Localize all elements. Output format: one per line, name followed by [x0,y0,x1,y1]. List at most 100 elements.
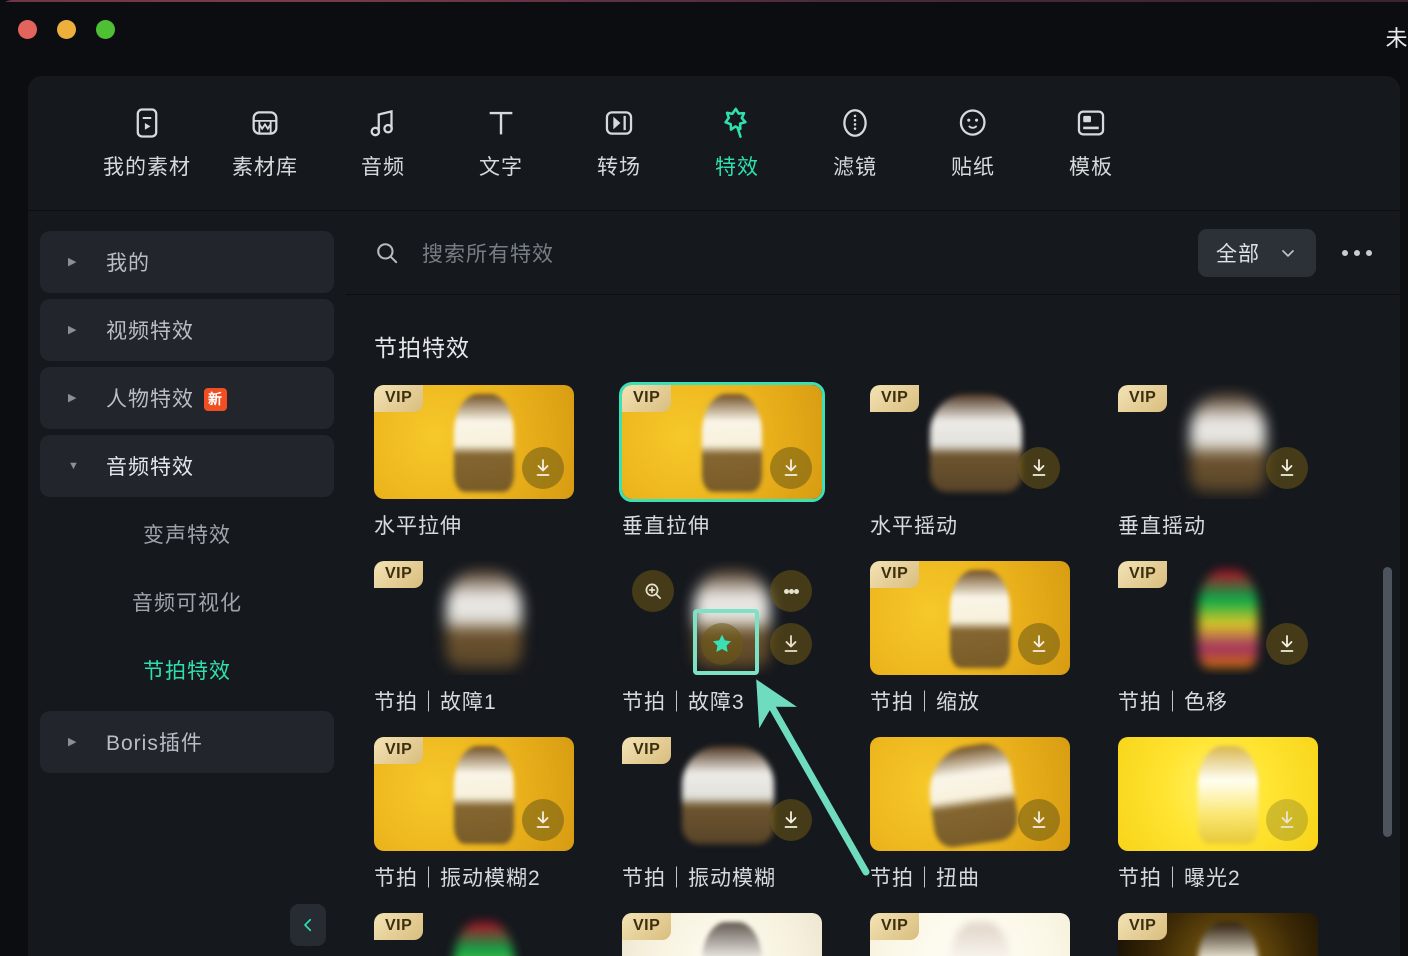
effect-title: 节拍｜色移 [1118,691,1228,714]
download-icon[interactable] [522,447,564,489]
vip-badge: VIP [374,737,424,764]
dot [1342,249,1348,256]
effect-thumbnail[interactable]: VIP [374,913,574,956]
effect-title: 垂直摇动 [1118,515,1206,538]
effect-thumbnail[interactable]: VIP [1118,561,1318,675]
tab-template[interactable]: 模板 [1032,105,1150,181]
effect-card-hovered[interactable]: 节拍｜故障3 [622,561,822,716]
collapse-sidebar-button[interactable] [290,904,326,946]
download-icon[interactable] [770,447,812,489]
vip-badge: VIP [1118,385,1168,412]
effect-thumbnail[interactable]: VIP [1118,385,1318,499]
filter-dropdown[interactable]: 全部 [1198,228,1316,277]
effect-thumbnail[interactable]: VIP [870,913,1070,956]
sidebar-item-video-effects[interactable]: ▶ 视频特效 [40,299,334,361]
tab-label: 模板 [1069,156,1113,179]
vip-badge: VIP [374,385,424,412]
effect-thumbnail[interactable]: VIP [1118,913,1318,956]
template-icon [1074,105,1108,141]
effect-thumbnail[interactable]: VIP [374,561,574,675]
effect-card[interactable]: VIP 节拍｜振动模糊2 [374,737,574,892]
resource-panel: 我的素材 素材库 音频 文字 转场 特效 滤镜 贴纸 模板 ▶ 我的 ▶ 视频特… [28,76,1400,956]
card-more-icon[interactable] [770,570,812,612]
download-icon[interactable] [1266,447,1308,489]
sidebar-item-boris-plugin[interactable]: ▶ Boris插件 [40,711,334,773]
preview-zoom-icon[interactable] [632,570,674,612]
tab-label: 素材库 [232,156,298,179]
sidebar-item-label: 音频特效 [106,456,194,479]
download-icon[interactable] [1266,623,1308,665]
new-badge: 新 [204,388,227,411]
tab-text[interactable]: 文字 [442,105,560,181]
sidebar-item-audio-effects[interactable]: ▼ 音频特效 [40,435,334,497]
effect-card[interactable]: VIP [870,913,1070,956]
tab-media-library[interactable]: 素材库 [206,105,324,181]
download-icon[interactable] [1018,623,1060,665]
search-input[interactable]: 搜索所有特效 [374,238,1198,268]
effect-title: 节拍｜曝光2 [1118,867,1241,890]
minimize-window-button[interactable] [57,20,76,39]
effect-card[interactable]: VIP [622,913,822,956]
scrollbar-track[interactable] [1383,395,1392,956]
sidebar-subitem-voice-changer[interactable]: 变声特效 [40,503,334,565]
tab-audio[interactable]: 音频 [324,105,442,181]
effect-card[interactable]: VIP 节拍｜故障1 [374,561,574,716]
effect-thumbnail[interactable]: VIP [374,737,574,851]
effect-thumbnail[interactable]: VIP [622,913,822,956]
download-icon[interactable] [1018,447,1060,489]
chevron-down-icon: ▼ [68,459,79,472]
download-icon[interactable] [770,799,812,841]
effect-card[interactable]: VIP 节拍｜色移 [1118,561,1318,716]
effect-thumbnail[interactable] [622,561,822,675]
effect-thumbnail[interactable]: VIP [619,382,825,502]
search-placeholder: 搜索所有特效 [422,242,554,266]
effect-card[interactable]: VIP 节拍｜缩放 [870,561,1070,716]
tab-filter[interactable]: 滤镜 [796,105,914,181]
vip-badge: VIP [622,385,672,412]
effect-thumbnail[interactable]: VIP [374,385,574,499]
effect-title: 节拍｜故障1 [374,691,497,714]
download-icon[interactable] [1018,799,1060,841]
effect-card[interactable]: VIP 垂直拉伸 [619,382,825,540]
audio-icon [366,105,400,141]
filter-icon [838,105,872,141]
download-icon[interactable] [770,623,812,665]
more-options-button[interactable] [1328,229,1386,277]
effect-thumbnail[interactable] [870,737,1070,851]
effects-icon [719,105,755,141]
sidebar-subitem-beat-effects[interactable]: 节拍特效 [40,639,334,701]
tab-label: 音频 [361,156,405,179]
download-icon[interactable] [1266,799,1308,841]
effect-thumbnail[interactable]: VIP [870,561,1070,675]
sidebar-subitem-audio-visualizer[interactable]: 音频可视化 [40,571,334,633]
effects-sidebar: ▶ 我的 ▶ 视频特效 ▶ 人物特效新 ▼ 音频特效 变声特效 音频可视化 节拍… [28,211,346,956]
effect-card[interactable]: VIP [374,913,574,956]
effect-thumbnail[interactable] [1118,737,1318,851]
text-icon [484,105,518,141]
close-window-button[interactable] [18,20,37,39]
effects-scroll-area[interactable]: 节拍特效 VIP 水平拉伸 VIP 垂直拉伸 VIP 水平摇动 VIP 垂直摇动… [346,295,1400,956]
effect-thumbnail[interactable]: VIP [870,385,1070,499]
effect-card[interactable]: 节拍｜扭曲 [870,737,1070,892]
chevron-left-icon [304,918,312,932]
effect-card[interactable]: VIP 垂直摇动 [1118,385,1318,540]
effect-title: 节拍｜缩放 [870,691,980,714]
effect-card[interactable]: VIP [1118,913,1318,956]
transition-icon [602,105,636,141]
sidebar-item-mine[interactable]: ▶ 我的 [40,231,334,293]
effect-card[interactable]: VIP 节拍｜振动模糊 [622,737,822,892]
effect-card[interactable]: VIP 水平拉伸 [374,385,574,540]
tab-effects[interactable]: 特效 [678,105,796,181]
tab-my-media[interactable]: 我的素材 [88,105,206,181]
download-icon[interactable] [522,799,564,841]
vip-badge: VIP [870,561,920,588]
favorite-star-icon[interactable] [701,623,743,665]
maximize-window-button[interactable] [96,20,115,39]
tab-transition[interactable]: 转场 [560,105,678,181]
scrollbar-thumb[interactable] [1383,567,1392,837]
tab-sticker[interactable]: 贴纸 [914,105,1032,181]
effect-thumbnail[interactable]: VIP [622,737,822,851]
effect-card[interactable]: VIP 水平摇动 [870,385,1070,540]
sidebar-item-character-effects[interactable]: ▶ 人物特效新 [40,367,334,429]
effect-card[interactable]: 节拍｜曝光2 [1118,737,1318,892]
